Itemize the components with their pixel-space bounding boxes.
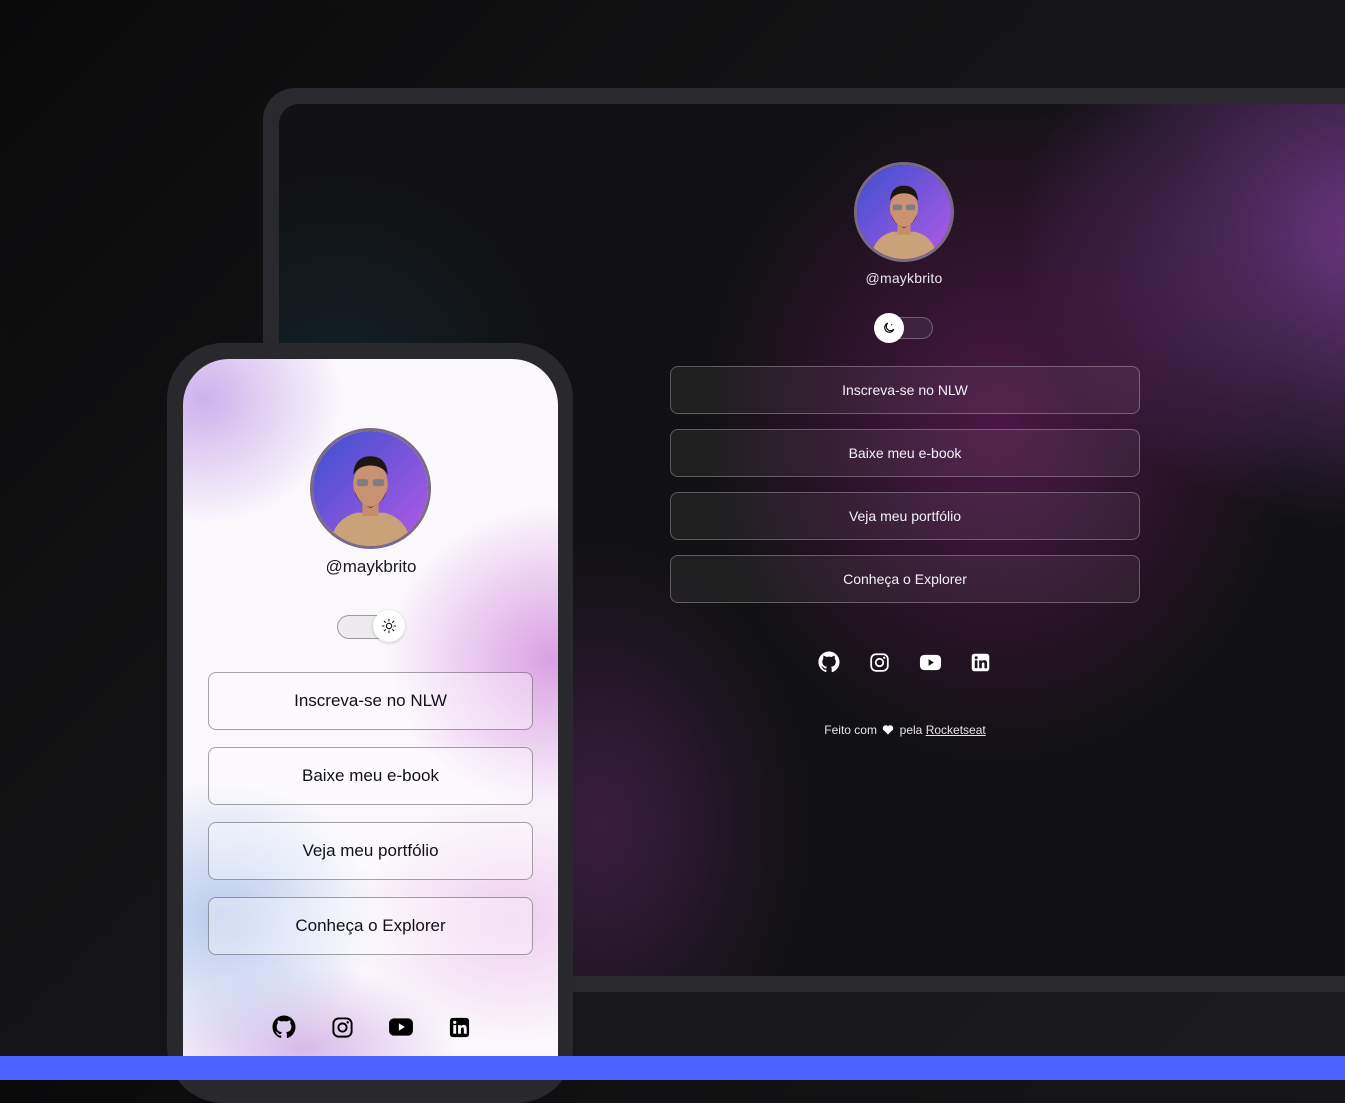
link-button-nlw[interactable]: Inscreva-se no NLW (670, 366, 1140, 414)
link-button-ebook[interactable]: Baixe meu e-book (208, 747, 533, 805)
sun-icon (381, 618, 397, 634)
theme-toggle-knob[interactable] (373, 610, 405, 642)
linkedin-icon[interactable] (445, 1012, 475, 1042)
link-button-nlw[interactable]: Inscreva-se no NLW (208, 672, 533, 730)
person-avatar-icon (313, 431, 428, 546)
moon-icon (884, 322, 895, 333)
theme-toggle-knob[interactable] (874, 313, 904, 343)
youtube-icon[interactable] (386, 1012, 416, 1042)
accent-bar (0, 1056, 1345, 1080)
avatar (310, 428, 431, 549)
link-list: Inscreva-se no NLW Baixe meu e-book Veja… (208, 672, 533, 972)
rocketseat-link[interactable]: Rocketseat (926, 723, 986, 737)
social-links (269, 1012, 475, 1042)
github-icon[interactable] (269, 1012, 299, 1042)
profile-handle: @maykbrito (865, 270, 943, 286)
instagram-icon[interactable] (866, 648, 894, 676)
theme-toggle[interactable] (874, 313, 933, 343)
link-button-explorer[interactable]: Conheça o Explorer (670, 555, 1140, 603)
person-avatar-icon (857, 165, 951, 259)
linkedin-icon[interactable] (967, 648, 995, 676)
link-button-portfolio[interactable]: Veja meu portfólio (670, 492, 1140, 540)
footer-middle: pela (899, 723, 923, 737)
youtube-icon[interactable] (916, 648, 944, 676)
link-button-ebook[interactable]: Baixe meu e-book (670, 429, 1140, 477)
avatar (854, 162, 954, 262)
link-button-portfolio[interactable]: Veja meu portfólio (208, 822, 533, 880)
github-icon[interactable] (815, 648, 843, 676)
phone-screen: @maykbrito Inscreva-se no NLW Baixe meu … (183, 359, 558, 1059)
social-links (815, 648, 995, 676)
heart-icon (883, 725, 894, 735)
theme-toggle[interactable] (337, 610, 405, 642)
instagram-icon[interactable] (328, 1012, 358, 1042)
footer: Feito com pela Rocketseat (755, 723, 1055, 737)
link-list: Inscreva-se no NLW Baixe meu e-book Veja… (670, 366, 1140, 618)
profile-handle: @maykbrito (325, 557, 417, 576)
footer-prefix: Feito com (824, 723, 877, 737)
link-button-explorer[interactable]: Conheça o Explorer (208, 897, 533, 955)
